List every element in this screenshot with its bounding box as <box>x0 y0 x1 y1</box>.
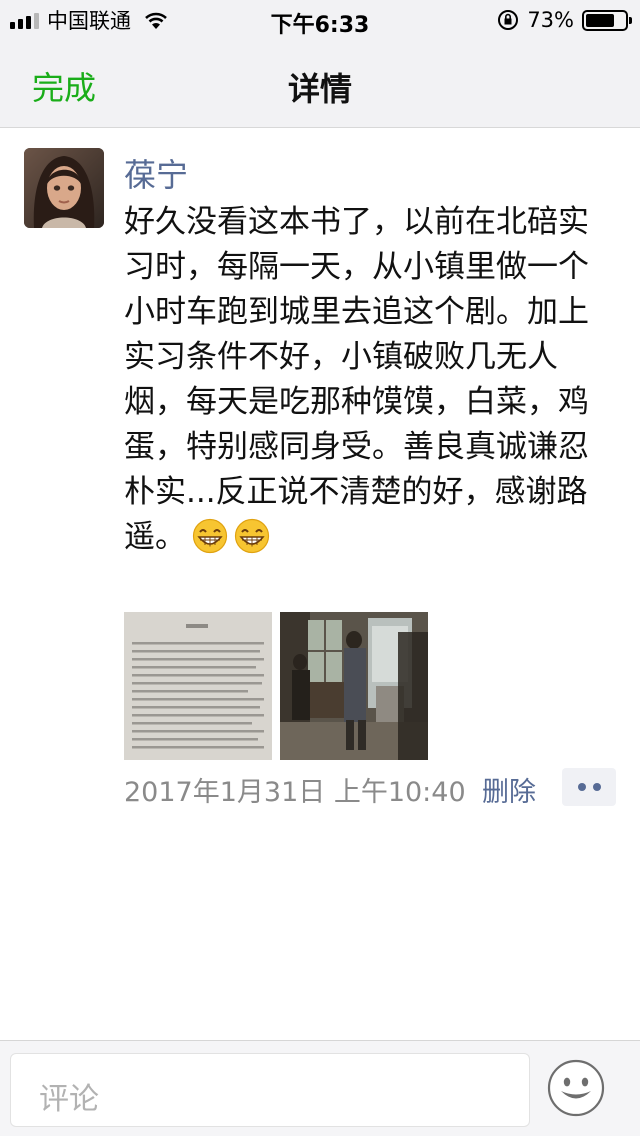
dot-icon <box>577 783 586 791</box>
more-actions-button[interactable] <box>562 768 616 806</box>
post-body: 好久没看这本书了，以前在北碚实习时，每隔一天，从小镇里做一个小时车跑到城里去追这… <box>124 200 618 560</box>
post-text: 好久没看这本书了，以前在北碚实习时，每隔一天，从小镇里做一个小时车跑到城里去追这… <box>124 204 589 555</box>
tv-drama-still-image <box>280 612 428 760</box>
avatar-image <box>24 148 104 228</box>
book-page-photo[interactable] <box>124 612 272 760</box>
delete-button[interactable]: 删除 <box>482 770 536 809</box>
status-bar: 中国联通 下午6:33 73% <box>0 0 640 40</box>
page-title: 详情 <box>287 70 352 108</box>
grin-emoji-icon <box>234 518 270 554</box>
post-timestamp: 2017年1月31日 上午10:40 <box>124 777 466 808</box>
orientation-lock-icon <box>498 10 519 30</box>
comment-input[interactable]: 评论 <box>10 1053 530 1127</box>
tv-drama-still-photo[interactable] <box>280 612 428 760</box>
author-name[interactable]: 葆宁 <box>124 150 188 196</box>
battery-percent: 73% <box>527 8 574 32</box>
comment-bar: 评论 <box>0 1040 640 1136</box>
post-meta: 2017年1月31日 上午10:40 删除 <box>124 768 616 808</box>
dot-icon <box>592 783 601 791</box>
nav-bar: 完成 详情 <box>0 40 640 128</box>
battery-icon <box>582 9 632 31</box>
battery-fill <box>586 13 614 27</box>
avatar[interactable] <box>24 148 104 228</box>
grin-emoji-icon <box>192 518 228 554</box>
book-page-image <box>124 612 272 760</box>
emoji-smiley-icon[interactable] <box>546 1058 606 1118</box>
photo-grid <box>124 612 428 760</box>
